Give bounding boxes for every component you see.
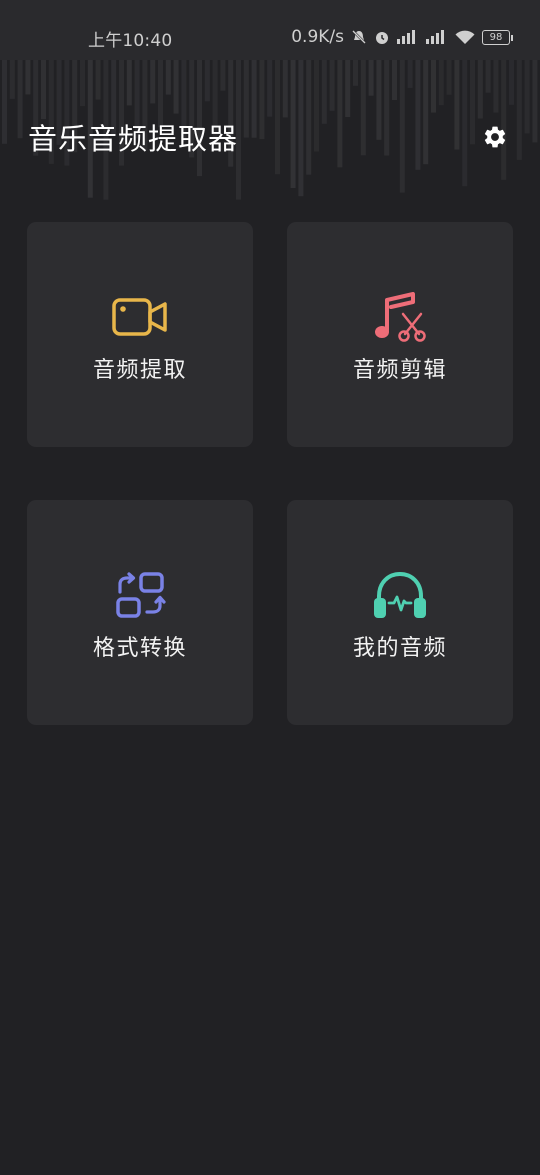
tile-audio-extract[interactable]: 音频提取 bbox=[27, 222, 253, 447]
status-bar: 上午10:40 0.9K/s 98 bbox=[0, 0, 540, 60]
signal-icon bbox=[397, 30, 415, 44]
waveform-bar bbox=[454, 45, 460, 150]
video-camera-icon bbox=[112, 298, 167, 336]
app-title: 音乐音频提取器 bbox=[28, 122, 239, 156]
alarm-icon bbox=[376, 32, 388, 44]
waveform-bar bbox=[501, 45, 507, 180]
tile-label: 格式转换 bbox=[92, 636, 187, 661]
tile-label: 我的音频 bbox=[352, 636, 447, 661]
convert-icon bbox=[116, 572, 166, 618]
tile-my-audio[interactable]: 我的音频 bbox=[287, 500, 513, 725]
waveform-bar bbox=[298, 45, 304, 197]
waveform-bar bbox=[423, 45, 429, 165]
screen: 上午10:40 0.9K/s 98 音乐音频提取器 音频提取 音频剪辑 格式转换… bbox=[0, 0, 540, 1175]
tile-format-convert[interactable]: 格式转换 bbox=[27, 500, 253, 725]
waveform-bar bbox=[337, 45, 343, 168]
settings-button[interactable] bbox=[480, 122, 510, 152]
waveform-bar bbox=[306, 45, 312, 175]
gear-icon bbox=[484, 126, 506, 148]
waveform-bar bbox=[275, 45, 280, 175]
waveform-bar bbox=[399, 45, 405, 193]
battery-icon: 98 bbox=[482, 29, 513, 45]
waveform-bar bbox=[462, 45, 468, 187]
headphones-icon bbox=[374, 571, 426, 618]
status-time: 上午10:40 bbox=[88, 31, 173, 51]
waveform-bar bbox=[360, 45, 366, 156]
waveform-bar bbox=[415, 45, 421, 170]
tile-label: 音频提取 bbox=[92, 358, 187, 383]
waveform-bar bbox=[516, 45, 522, 160]
wifi-icon bbox=[455, 30, 475, 44]
music-scissors-icon bbox=[375, 292, 426, 342]
network-speed: 0.9K/s bbox=[291, 27, 344, 47]
mute-icon bbox=[352, 30, 366, 44]
status-icons: 0.9K/s 98 bbox=[291, 24, 513, 50]
waveform-bar bbox=[384, 45, 390, 156]
tile-audio-cut[interactable]: 音频剪辑 bbox=[287, 222, 513, 447]
waveform-bar bbox=[314, 45, 319, 152]
signal-icon bbox=[426, 30, 444, 44]
tile-label: 音频剪辑 bbox=[352, 358, 447, 383]
waveform-bar bbox=[290, 45, 296, 188]
